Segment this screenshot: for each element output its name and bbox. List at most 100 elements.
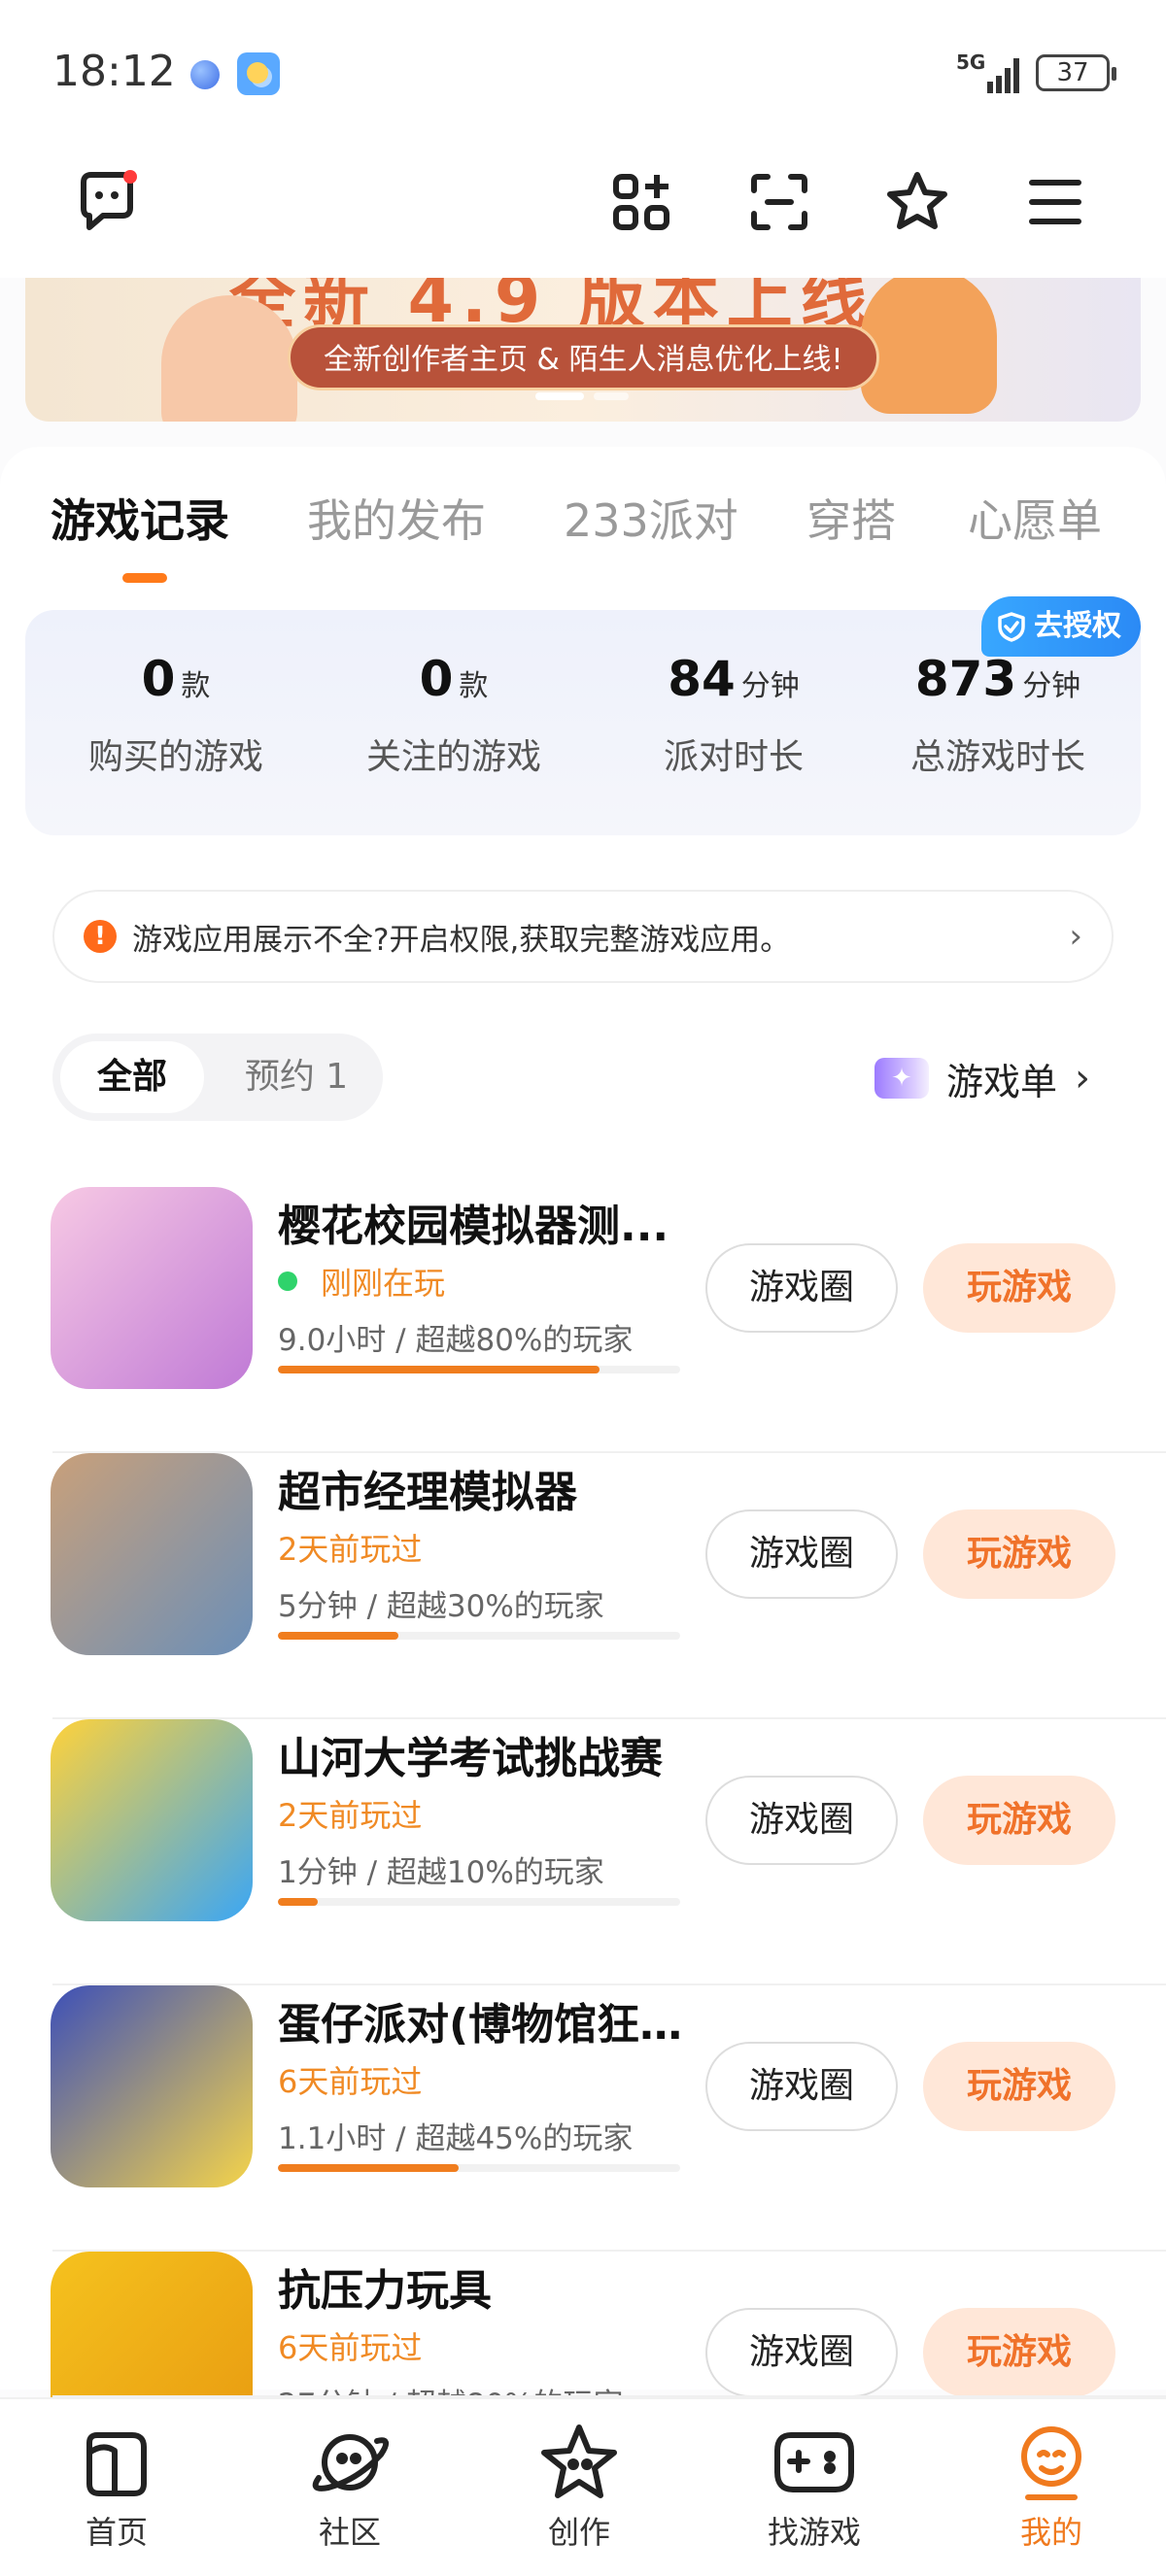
app-notification-icon (190, 60, 220, 89)
weather-icon (237, 52, 280, 95)
game-list-label: 游戏单 (946, 1060, 1058, 1103)
game-progress-fill (278, 2164, 460, 2172)
active-tab-indicator (122, 573, 167, 583)
game-icon[interactable] (51, 1985, 253, 2187)
game-last-played: 2天前玩过 (278, 1791, 422, 1836)
nav-create[interactable]: 创作 (482, 2419, 676, 2553)
menu-icon[interactable] (1016, 163, 1094, 241)
game-title: 山河大学考试挑战赛 (278, 1734, 663, 1783)
game-row[interactable]: 抗压力玩具6天前玩过27分钟 / 超越80%的玩家游戏圈玩游戏 (0, 2252, 1166, 2397)
profile-icon (1008, 2419, 1095, 2506)
game-row[interactable]: 蛋仔派对(博物馆狂... 6天前玩过 1.1小时 / 超越45%的玩家 游戏圈 玩游戏 (0, 1985, 1166, 2252)
game-icon[interactable] (51, 1453, 253, 1655)
game-title: 蛋仔派对(博物馆狂... (278, 2000, 686, 2050)
game-icon[interactable] (51, 2252, 253, 2397)
game-circle-button[interactable]: 游戏圈 (705, 2308, 898, 2397)
game-progress-bar (278, 2164, 680, 2172)
nav-profile[interactable]: 我的 (954, 2419, 1149, 2553)
filter-reserved[interactable]: 预约 1 (223, 1041, 369, 1113)
game-title: 超市经理模拟器 (278, 1468, 577, 1517)
game-status-text: 刚刚在玩 (321, 1265, 446, 1302)
chevron-right-icon: › (1075, 1056, 1091, 1101)
nav-home[interactable]: 首页 (19, 2419, 214, 2553)
chevron-right-icon: › (1069, 917, 1082, 956)
permission-notice[interactable]: ! 游戏应用展示不全?开启权限,获取完整游戏应用。 › (52, 890, 1114, 983)
notice-text: 游戏应用展示不全?开启权限,获取完整游戏应用。 (132, 922, 791, 958)
game-progress-fill (278, 1898, 319, 1906)
game-row[interactable]: 樱花校园模拟器测... 刚刚在玩 9.0小时 / 超越80%的玩家 游戏圈 玩游戏 (0, 1187, 1166, 1453)
game-progress-bar (278, 1632, 680, 1640)
play-game-button[interactable]: 玩游戏 (923, 2308, 1115, 2397)
game-title: 抗压力玩具 (278, 2266, 492, 2316)
promo-banner[interactable]: 全新 4.9 版本上线 全新创作者主页 & 陌生人消息优化上线! (25, 278, 1141, 422)
tab-wishlist[interactable]: 心愿单 (968, 486, 1102, 550)
game-status-text: 2天前玩过 (278, 1531, 423, 1568)
game-progress-bar (278, 1366, 680, 1373)
apps-add-icon[interactable] (602, 163, 680, 241)
banner-pagination (535, 392, 629, 400)
stat-total-play-time: 873 分钟 总游戏时长 (909, 651, 1085, 777)
network-type: 5G (956, 51, 986, 74)
play-game-button[interactable]: 玩游戏 (923, 1243, 1115, 1333)
game-progress-bar (278, 1898, 680, 1906)
planet-icon (306, 2419, 394, 2506)
game-row[interactable]: 山河大学考试挑战赛 2天前玩过 1分钟 / 超越10%的玩家 游戏圈 玩游戏 (0, 1719, 1166, 1985)
message-icon[interactable] (68, 163, 146, 241)
filter-all[interactable]: 全部 (60, 1041, 204, 1113)
game-last-played: 2天前玩过 (278, 1525, 422, 1570)
game-circle-button[interactable]: 游戏圈 (705, 1509, 898, 1599)
game-circle-button[interactable]: 游戏圈 (705, 2042, 898, 2131)
favorites-star-icon[interactable] (878, 163, 956, 241)
warning-icon: ! (84, 920, 117, 953)
scan-icon[interactable] (740, 163, 818, 241)
game-play-stats: 9.0小时 / 超越80%的玩家 (278, 1323, 634, 1358)
stat-purchased-games: 0款 购买的游戏 (87, 651, 263, 777)
game-row[interactable]: 超市经理模拟器 2天前玩过 5分钟 / 超越30%的玩家 游戏圈 玩游戏 (0, 1453, 1166, 1719)
game-play-stats: 1.1小时 / 超越45%的玩家 (278, 2121, 634, 2156)
battery-icon: 37 (1036, 54, 1116, 91)
stat-followed-games: 0款 关注的游戏 (365, 651, 541, 777)
nav-find-games[interactable]: 找游戏 (717, 2419, 911, 2553)
stats-card: 0款 购买的游戏 0款 关注的游戏 84 分钟 派对时长 873 分钟 总游戏时长 (25, 610, 1141, 835)
bottom-navigation: 首页 社区 创作 找游戏 我的 (0, 2397, 1166, 2576)
game-title: 樱花校园模拟器测... (278, 1202, 669, 1251)
play-game-button[interactable]: 玩游戏 (923, 2042, 1115, 2131)
game-icon[interactable] (51, 1719, 253, 1921)
gamepad-icon (771, 2419, 858, 2506)
game-play-stats: 1分钟 / 超越10%的玩家 (278, 1855, 604, 1890)
home-icon (73, 2419, 160, 2506)
game-status-text: 6天前玩过 (278, 2329, 423, 2366)
tab-outfits[interactable]: 穿搭 (806, 486, 896, 550)
game-filter-segment: 全部 预约 1 (52, 1034, 383, 1121)
signal-icon: 5G (956, 51, 1024, 93)
tab-game-records[interactable]: 游戏记录 (51, 486, 229, 550)
game-last-played: 6天前玩过 (278, 2323, 422, 2368)
status-bar: 18:12 5G 37 (0, 0, 1166, 136)
game-list-link[interactable]: ✦ 游戏单 › (874, 1051, 1090, 1105)
battery-level: 37 (1056, 58, 1089, 87)
game-circle-button[interactable]: 游戏圈 (705, 1243, 898, 1333)
shield-check-icon (998, 612, 1025, 642)
stat-party-time: 84 分钟 派对时长 (663, 651, 804, 777)
play-game-button[interactable]: 玩游戏 (923, 1776, 1115, 1865)
nav-community[interactable]: 社区 (253, 2419, 447, 2553)
tab-233-party[interactable]: 233派对 (564, 486, 738, 550)
star-face-icon (535, 2419, 623, 2506)
play-game-button[interactable]: 玩游戏 (923, 1509, 1115, 1599)
online-dot-icon (278, 1271, 297, 1291)
game-play-stats: 5分钟 / 超越30%的玩家 (278, 1589, 604, 1624)
banner-character-right (861, 278, 997, 414)
status-time: 18:12 (52, 47, 176, 96)
game-last-played: 6天前玩过 (278, 2057, 422, 2102)
banner-character-left (161, 295, 297, 422)
game-last-played: 刚刚在玩 (278, 1259, 445, 1304)
authorize-label: 去授权 (1034, 609, 1121, 643)
tab-my-posts[interactable]: 我的发布 (307, 486, 486, 550)
authorize-button[interactable]: 去授权 (981, 596, 1141, 657)
game-progress-fill (278, 1366, 600, 1373)
game-progress-fill (278, 1632, 399, 1640)
sparkle-icon: ✦ (874, 1058, 929, 1099)
game-status-text: 6天前玩过 (278, 2063, 423, 2100)
game-circle-button[interactable]: 游戏圈 (705, 1776, 898, 1865)
game-icon[interactable] (51, 1187, 253, 1389)
